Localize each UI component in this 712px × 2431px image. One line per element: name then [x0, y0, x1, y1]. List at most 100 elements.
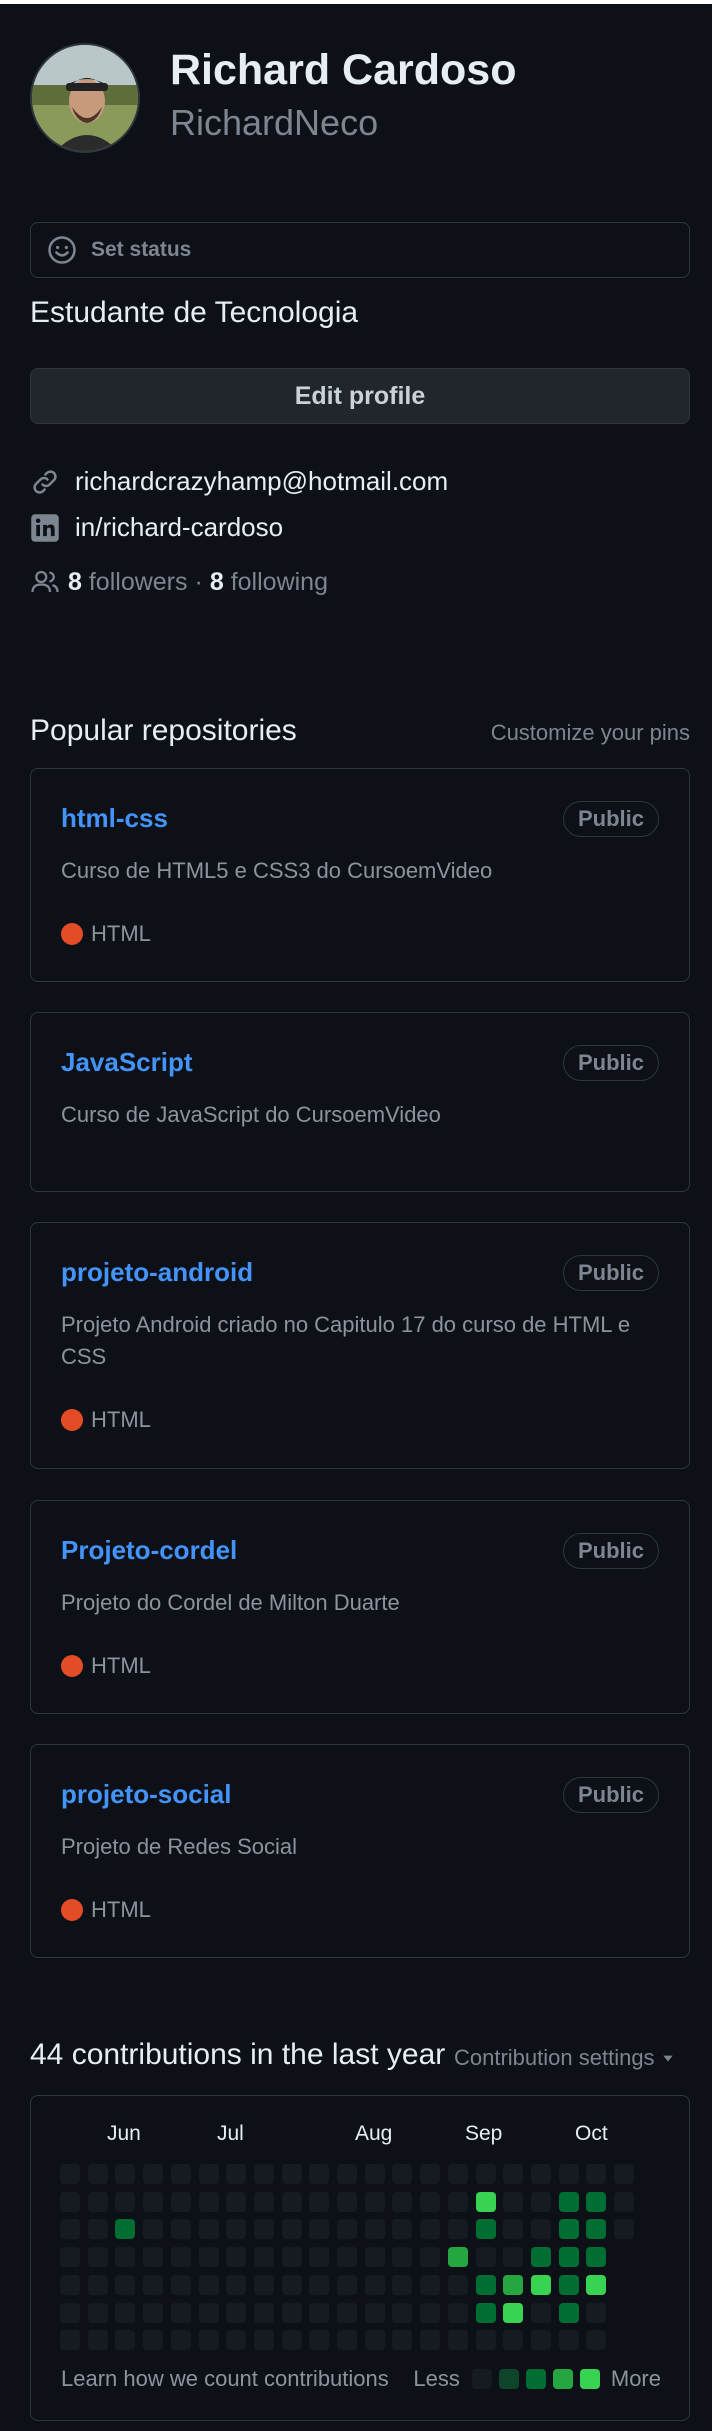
contribution-day[interactable]	[87, 2164, 108, 2184]
contribution-day[interactable]	[475, 2164, 496, 2184]
contribution-settings-button[interactable]: Contribution settings	[454, 2045, 675, 2071]
contribution-day[interactable]	[309, 2330, 330, 2351]
contribution-day[interactable]	[226, 2330, 247, 2351]
contribution-day[interactable]	[170, 2274, 191, 2295]
contribution-day[interactable]	[392, 2330, 413, 2351]
contribution-day[interactable]	[253, 2164, 274, 2184]
contribution-day[interactable]	[309, 2191, 330, 2212]
contribution-day[interactable]	[337, 2330, 357, 2351]
linkedin-link[interactable]: in/richard-cardoso	[75, 512, 283, 543]
contribution-day[interactable]	[475, 2219, 496, 2240]
contribution-day[interactable]	[226, 2164, 247, 2184]
contribution-day[interactable]	[503, 2247, 524, 2268]
contribution-day[interactable]	[364, 2274, 385, 2295]
contribution-day[interactable]	[198, 2302, 219, 2323]
contribution-day[interactable]	[364, 2219, 385, 2240]
contribution-day[interactable]	[143, 2219, 164, 2240]
contribution-day[interactable]	[530, 2219, 551, 2240]
contribution-day[interactable]	[87, 2330, 108, 2351]
vcard-email[interactable]: richardcrazyhamp@hotmail.com	[30, 466, 448, 497]
contribution-day[interactable]	[60, 2302, 80, 2323]
contribution-day[interactable]	[143, 2191, 164, 2212]
contribution-day[interactable]	[253, 2274, 274, 2295]
contribution-day[interactable]	[475, 2330, 496, 2351]
contribution-day[interactable]	[392, 2164, 413, 2184]
customize-pins-link[interactable]: Customize your pins	[491, 720, 690, 746]
contribution-day[interactable]	[447, 2274, 468, 2295]
contribution-day[interactable]	[558, 2274, 579, 2295]
contribution-day[interactable]	[198, 2274, 219, 2295]
contribution-day[interactable]	[558, 2164, 579, 2184]
contribution-day[interactable]	[364, 2330, 385, 2351]
contribution-day[interactable]	[364, 2247, 385, 2268]
contribution-day[interactable]	[60, 2164, 80, 2184]
contribution-day[interactable]	[281, 2247, 302, 2268]
contribution-day[interactable]	[447, 2191, 468, 2212]
repo-name-link[interactable]: projeto-android	[61, 1257, 253, 1288]
contribution-day[interactable]	[586, 2302, 607, 2323]
contribution-day[interactable]	[337, 2219, 357, 2240]
contribution-day[interactable]	[420, 2247, 441, 2268]
contribution-day[interactable]	[87, 2247, 108, 2268]
contribution-day[interactable]	[170, 2302, 191, 2323]
contribution-day[interactable]	[198, 2247, 219, 2268]
repo-name-link[interactable]: Projeto-cordel	[61, 1535, 237, 1566]
contribution-day[interactable]	[143, 2302, 164, 2323]
contribution-day[interactable]	[115, 2302, 136, 2323]
contribution-day[interactable]	[143, 2330, 164, 2351]
contribution-day[interactable]	[281, 2219, 302, 2240]
contribution-day[interactable]	[281, 2164, 302, 2184]
contribution-day[interactable]	[87, 2274, 108, 2295]
contribution-day[interactable]	[309, 2219, 330, 2240]
contribution-day[interactable]	[170, 2330, 191, 2351]
contribution-day[interactable]	[420, 2274, 441, 2295]
contribution-day[interactable]	[503, 2330, 524, 2351]
contribution-day[interactable]	[420, 2302, 441, 2323]
contribution-day[interactable]	[614, 2191, 634, 2212]
contribution-day[interactable]	[226, 2302, 247, 2323]
contribution-day[interactable]	[475, 2247, 496, 2268]
contribution-day[interactable]	[281, 2191, 302, 2212]
contribution-day[interactable]	[392, 2247, 413, 2268]
contribution-day[interactable]	[115, 2274, 136, 2295]
avatar[interactable]	[30, 43, 140, 153]
contribution-day[interactable]	[558, 2330, 579, 2351]
contribution-day[interactable]	[226, 2219, 247, 2240]
contribution-day[interactable]	[143, 2164, 164, 2184]
contribution-day[interactable]	[558, 2247, 579, 2268]
contribution-day[interactable]	[420, 2191, 441, 2212]
contribution-day[interactable]	[586, 2330, 607, 2351]
contribution-day[interactable]	[60, 2274, 80, 2295]
contribution-day[interactable]	[503, 2164, 524, 2184]
contribution-day[interactable]	[198, 2164, 219, 2184]
learn-contributions-link[interactable]: Learn how we count contributions	[61, 2366, 389, 2392]
contribution-day[interactable]	[198, 2330, 219, 2351]
contribution-day[interactable]	[87, 2302, 108, 2323]
contribution-day[interactable]	[309, 2164, 330, 2184]
contribution-day[interactable]	[447, 2330, 468, 2351]
contribution-day[interactable]	[475, 2191, 496, 2212]
contribution-day[interactable]	[170, 2219, 191, 2240]
contribution-day[interactable]	[392, 2219, 413, 2240]
contribution-day[interactable]	[558, 2191, 579, 2212]
contribution-day[interactable]	[447, 2219, 468, 2240]
followers-link[interactable]: 8 followers	[68, 568, 188, 597]
contribution-day[interactable]	[253, 2302, 274, 2323]
contribution-day[interactable]	[337, 2247, 357, 2268]
contribution-day[interactable]	[447, 2164, 468, 2184]
contribution-day[interactable]	[503, 2274, 524, 2295]
contribution-day[interactable]	[115, 2247, 136, 2268]
contribution-day[interactable]	[530, 2164, 551, 2184]
contribution-day[interactable]	[530, 2274, 551, 2295]
contribution-day[interactable]	[586, 2164, 607, 2184]
contribution-day[interactable]	[198, 2191, 219, 2212]
contribution-day[interactable]	[170, 2247, 191, 2268]
contribution-day[interactable]	[586, 2191, 607, 2212]
contribution-day[interactable]	[503, 2219, 524, 2240]
contribution-day[interactable]	[170, 2164, 191, 2184]
contribution-day[interactable]	[115, 2330, 136, 2351]
contribution-day[interactable]	[337, 2302, 357, 2323]
contribution-day[interactable]	[281, 2274, 302, 2295]
contribution-day[interactable]	[530, 2191, 551, 2212]
contribution-day[interactable]	[253, 2219, 274, 2240]
